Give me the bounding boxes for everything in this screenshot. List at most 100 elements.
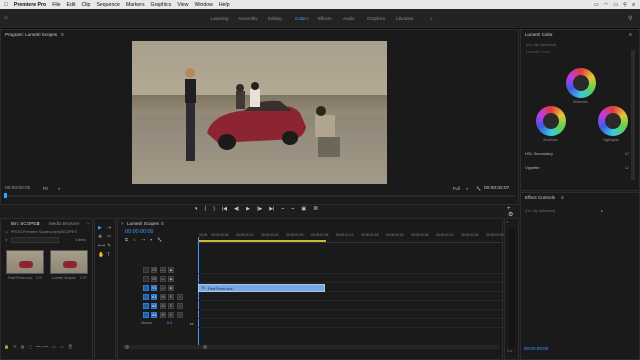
- home-icon[interactable]: ⌂: [4, 15, 8, 21]
- audio-meters-close-icon[interactable]: ×: [506, 219, 508, 224]
- menu-window[interactable]: Window: [194, 2, 212, 8]
- toggle-output-eye-icon[interactable]: ◉: [168, 276, 174, 282]
- add-marker-icon[interactable]: ▾: [150, 237, 152, 243]
- source-patch-v1[interactable]: [143, 285, 149, 291]
- lumetri-scrollbar[interactable]: [631, 50, 635, 180]
- sync-lock-icon[interactable]: ▭: [160, 276, 166, 282]
- wifi-icon[interactable]: ◠: [604, 2, 609, 8]
- toggle-output-eye-icon[interactable]: ◉: [168, 267, 174, 273]
- clip-thumbnail-field-photo[interactable]: [6, 250, 44, 274]
- step-forward-button[interactable]: |▶: [257, 206, 262, 214]
- list-view-icon[interactable]: ☰: [13, 344, 17, 352]
- export-frame-button[interactable]: ▣: [301, 206, 306, 214]
- hand-tool-icon[interactable]: ✋: [98, 252, 104, 258]
- effect-controls-title[interactable]: Effect Controls: [525, 195, 555, 200]
- slip-tool-icon[interactable]: ⟷: [98, 243, 105, 249]
- resolution-chevron-down-icon[interactable]: ▾: [466, 186, 468, 191]
- bin-search-icon[interactable]: ⚲: [5, 238, 8, 242]
- program-scrubber[interactable]: [3, 195, 515, 197]
- workspace-assembly[interactable]: Assembly: [238, 16, 258, 21]
- timeline-ruler[interactable]: 00:00 00:00:00:06 00:00:00:12 00:00:00:1…: [197, 229, 503, 243]
- bin-search-input[interactable]: [11, 237, 59, 243]
- source-patch-v3[interactable]: [143, 267, 149, 273]
- freeform-view-icon[interactable]: ▢: [28, 344, 32, 352]
- track-master[interactable]: [197, 320, 502, 328]
- mark-out-button[interactable]: }: [213, 206, 215, 214]
- workspace-color[interactable]: Color: [295, 16, 306, 21]
- fit-chevron-down-icon[interactable]: ▾: [58, 186, 60, 191]
- menu-graphics[interactable]: Graphics: [151, 2, 172, 8]
- add-marker-button[interactable]: ▾: [195, 206, 198, 214]
- type-tool-icon[interactable]: T: [107, 252, 110, 258]
- program-timecode-in[interactable]: 00:00:00:00: [5, 186, 30, 191]
- pen-tool-icon[interactable]: ✎: [107, 243, 111, 249]
- voice-over-mic-icon[interactable]: ♪: [177, 312, 183, 318]
- workspace-editing[interactable]: Editing: [268, 16, 282, 21]
- app-menu[interactable]: Premiere Pro: [14, 2, 46, 8]
- icon-view-icon[interactable]: ▦: [21, 344, 25, 352]
- lift-button[interactable]: ⌁: [281, 206, 284, 214]
- source-patch-v2[interactable]: [143, 276, 149, 282]
- track-a2[interactable]: [197, 302, 502, 310]
- timeline-clip[interactable]: fx Field Photo.mov: [198, 284, 325, 292]
- track-select-tool-icon[interactable]: ⇥: [107, 225, 111, 231]
- scroll-handle-right[interactable]: [203, 345, 207, 349]
- zoom-fit-select[interactable]: Fit: [43, 186, 48, 191]
- track-v3[interactable]: [197, 266, 502, 274]
- zoom-slider[interactable]: ━━○━━: [36, 344, 48, 352]
- workspace-graphics[interactable]: Graphics: [367, 16, 385, 21]
- menu-markers[interactable]: Markers: [126, 2, 145, 8]
- toggle-output-eye-icon[interactable]: ◉: [168, 285, 174, 291]
- media-browser-tab[interactable]: Media Browser: [49, 221, 80, 226]
- vignette-toggle-checkbox[interactable]: ☑: [625, 165, 629, 170]
- razor-tool-icon[interactable]: ✂: [107, 234, 111, 240]
- bin-more-tabs[interactable]: »: [87, 221, 90, 226]
- voice-over-mic-icon[interactable]: ♪: [177, 303, 183, 309]
- sync-lock-icon[interactable]: ▭: [160, 285, 166, 291]
- menu-help[interactable]: Help: [219, 2, 230, 8]
- midtones-color-wheel[interactable]: [566, 68, 596, 98]
- comparison-view-button[interactable]: ⌘: [313, 206, 318, 214]
- clip-thumbnail-lumetri-scopes[interactable]: [50, 250, 88, 274]
- workspace-learning[interactable]: Learning: [211, 16, 229, 21]
- lumetri-panel-title[interactable]: Lumetri Color: [525, 32, 553, 37]
- track-label-v1[interactable]: V1: [151, 285, 157, 291]
- scroll-handle-left[interactable]: [125, 345, 129, 349]
- lumetri-menu-icon[interactable]: ≡: [629, 32, 632, 37]
- track-label-a3[interactable]: A3: [151, 312, 157, 318]
- master-go-to-end-icon[interactable]: ▸▸: [190, 321, 194, 326]
- program-monitor-title[interactable]: Program: Lumetri Scopes: [5, 32, 57, 37]
- voice-over-mic-icon[interactable]: ♪: [177, 294, 183, 300]
- vignette-section[interactable]: Vignette: [525, 165, 540, 170]
- extract-button[interactable]: ⌁: [291, 206, 294, 214]
- track-v2[interactable]: [197, 275, 502, 283]
- program-playhead[interactable]: [4, 193, 7, 198]
- track-label-v3[interactable]: V3: [151, 267, 157, 273]
- menu-file[interactable]: File: [52, 2, 60, 8]
- snap-icon[interactable]: ⊂: [133, 237, 136, 243]
- go-to-in-button[interactable]: |◀: [222, 206, 227, 214]
- lumetri-effect-select[interactable]: Lumetri Color: [526, 49, 550, 54]
- workspace-libraries[interactable]: Libraries: [396, 16, 413, 21]
- effect-controls-timecode[interactable]: 00:00:00:00: [524, 346, 548, 351]
- track-a1[interactable]: [197, 293, 502, 301]
- menu-sequence[interactable]: Sequence: [96, 2, 119, 8]
- source-patch-a1[interactable]: [143, 294, 149, 300]
- solo-button[interactable]: S: [168, 312, 174, 318]
- timeline-settings-icon[interactable]: 🔧: [157, 237, 162, 243]
- wrench-icon[interactable]: 🔧: [476, 186, 481, 191]
- workspace-audio[interactable]: Audio: [343, 16, 355, 21]
- effect-controls-expand-icon[interactable]: ▸: [601, 208, 603, 213]
- master-volume-value[interactable]: 0.0: [167, 321, 172, 325]
- workspace-effects[interactable]: Effects: [318, 16, 332, 21]
- source-patch-a2[interactable]: [143, 303, 149, 309]
- menu-clip[interactable]: Clip: [82, 2, 91, 8]
- ripple-edit-tool-icon[interactable]: ✥: [98, 234, 102, 240]
- step-back-button[interactable]: ◀|: [234, 206, 239, 214]
- search-help-icon[interactable]: ⚲: [628, 15, 632, 22]
- mark-in-button[interactable]: {: [205, 206, 207, 214]
- airplay-icon[interactable]: ▭: [594, 2, 599, 8]
- play-button[interactable]: ▶: [246, 206, 250, 214]
- highlights-color-wheel[interactable]: [598, 106, 628, 136]
- sequence-tab[interactable]: Lumetri Scopes: [127, 221, 159, 226]
